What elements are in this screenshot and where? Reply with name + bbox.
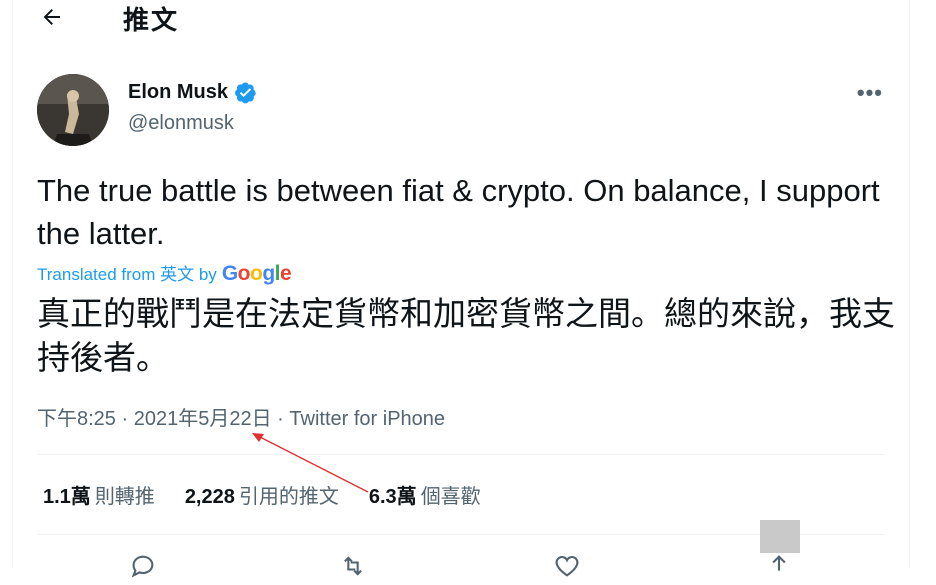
more-options-icon[interactable]: ••• [857, 80, 883, 106]
tweet-detail-panel: 推文 Elon Musk @elonmusk ••• The true batt… [12, 0, 910, 578]
like-count-label: 個喜歡 [420, 486, 481, 508]
avatar[interactable] [37, 74, 109, 146]
obscured-region [760, 520, 800, 553]
quote-count[interactable]: 2,228 引用的推文 [185, 480, 339, 509]
retweet-count-label: 則轉推 [94, 486, 155, 508]
tweet-metadata: 下午8:25 · 2021年5月22日 · Twitter for iPhone [37, 402, 445, 431]
reply-icon[interactable] [129, 552, 161, 578]
retweet-icon[interactable] [339, 552, 371, 576]
page-title: 推文 [123, 6, 180, 36]
author-name-text[interactable]: Elon Musk [128, 81, 228, 104]
tweet-stats: 1.1萬 則轉推 2,228 引用的推文 6.3萬 個喜歡 [43, 480, 481, 509]
retweet-count-value: 1.1萬 [43, 486, 91, 508]
author-name[interactable]: Elon Musk [128, 81, 257, 104]
tweet-text: The true battle is between fiat & crypto… [37, 173, 880, 251]
back-arrow-icon[interactable] [37, 2, 67, 32]
tweet-time[interactable]: 下午8:25 [37, 408, 116, 430]
author-handle[interactable]: @elonmusk [128, 112, 234, 135]
like-count[interactable]: 6.3萬 個喜歡 [369, 480, 481, 509]
quote-count-value: 2,228 [184, 486, 235, 508]
translation-attribution[interactable]: Translated from 英文 by Google [37, 260, 292, 286]
translated-from-label[interactable]: Translated from 英文 by [37, 260, 217, 285]
separator: · [277, 408, 284, 430]
share-icon[interactable] [765, 552, 797, 576]
tweet-date[interactable]: 2021年5月22日 [134, 408, 272, 430]
like-count-value: 6.3萬 [368, 486, 417, 508]
header: 推文 [13, 0, 909, 36]
divider [37, 534, 885, 535]
action-bar [13, 552, 909, 578]
tweet-source[interactable]: Twitter for iPhone [289, 408, 445, 430]
verified-badge-icon [235, 82, 256, 104]
quote-count-label: 引用的推文 [238, 486, 339, 508]
separator: · [121, 408, 129, 430]
retweet-count[interactable]: 1.1萬 則轉推 [43, 480, 155, 509]
google-logo: Google [221, 262, 292, 285]
translated-text: 真正的戰鬥是在法定貨幣和加密貨幣之間。總的來說，我支持後者。 [37, 294, 895, 377]
divider [37, 454, 885, 455]
like-icon[interactable] [553, 552, 585, 577]
